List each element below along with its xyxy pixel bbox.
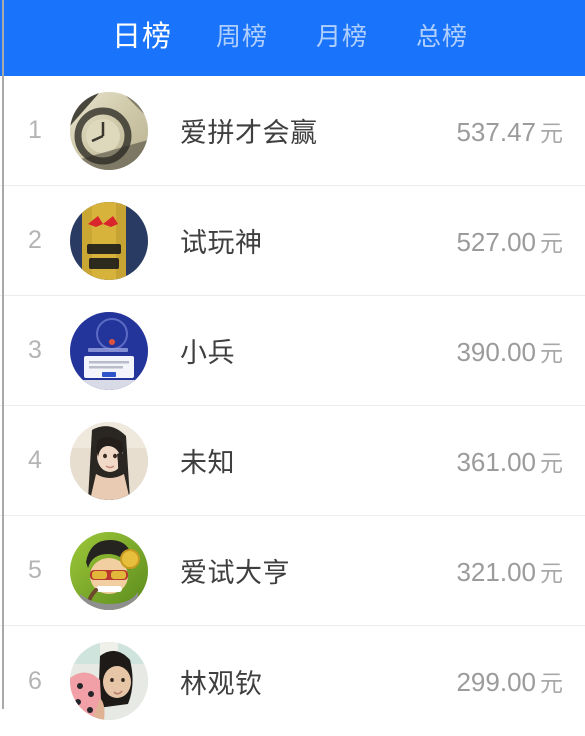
table-row[interactable]: 1 爱拼才会赢 537.47 元 (0, 76, 585, 186)
amount-unit: 元 (540, 559, 563, 586)
amount-number: 390.00 (456, 336, 536, 367)
avatar[interactable] (70, 642, 148, 720)
amount-number: 299.00 (456, 667, 536, 697)
amount-value: 361.00 元 (456, 444, 563, 478)
page-left-edge (2, 0, 4, 709)
amount-unit: 元 (540, 339, 563, 366)
amount-number: 537.47 (456, 116, 536, 147)
amount-number: 527.00 (456, 226, 536, 257)
amount-value: 321.00 元 (456, 554, 563, 588)
tab-monthly[interactable]: 月榜 (316, 24, 368, 52)
table-row[interactable]: 4 未知 361.00 元 (0, 406, 585, 516)
avatar[interactable] (70, 311, 148, 390)
user-name: 未知 (180, 448, 235, 478)
rank-position: 6 (28, 666, 42, 695)
table-row[interactable]: 5 爱试大亨 321.00 元 (0, 516, 585, 626)
avatar[interactable] (70, 531, 148, 610)
table-row[interactable]: 2 试玩神 527.00 元 (0, 186, 585, 296)
ranking-tab-bar: 日榜 周榜 月榜 总榜 (0, 0, 585, 76)
amount-number: 361.00 (456, 446, 536, 477)
tab-daily[interactable]: 日榜 (112, 22, 172, 54)
tab-weekly[interactable]: 周榜 (216, 24, 268, 52)
amount-unit: 元 (540, 119, 563, 146)
amount-unit: 元 (540, 449, 563, 476)
user-name: 林观钦 (180, 668, 263, 699)
amount-value: 390.00 元 (456, 334, 563, 368)
avatar[interactable] (70, 91, 148, 170)
rank-position: 5 (28, 556, 42, 584)
amount-number: 321.00 (456, 556, 536, 587)
user-name: 爱拼才会赢 (180, 118, 318, 148)
amount-value: 299.00 元 (456, 664, 563, 698)
user-name: 试玩神 (180, 228, 263, 258)
ranking-list: 1 爱拼才会赢 537.47 元 2 试玩神 527.00 元 3 小兵 390… (0, 76, 585, 736)
amount-unit: 元 (540, 229, 563, 256)
rank-position: 3 (28, 336, 42, 364)
amount-value: 537.47 元 (456, 114, 563, 148)
rank-position: 2 (28, 226, 42, 254)
rank-position: 4 (28, 446, 42, 474)
user-name: 爱试大亨 (180, 558, 290, 588)
rank-position: 1 (28, 116, 42, 144)
tab-total[interactable]: 总榜 (416, 24, 468, 52)
table-row[interactable]: 3 小兵 390.00 元 (0, 296, 585, 406)
avatar[interactable] (70, 421, 148, 500)
table-row[interactable]: 6 林观钦 299.00 元 (0, 626, 585, 736)
avatar[interactable] (70, 201, 148, 280)
amount-unit: 元 (540, 670, 563, 696)
user-name: 小兵 (180, 338, 235, 368)
amount-value: 527.00 元 (456, 224, 563, 258)
